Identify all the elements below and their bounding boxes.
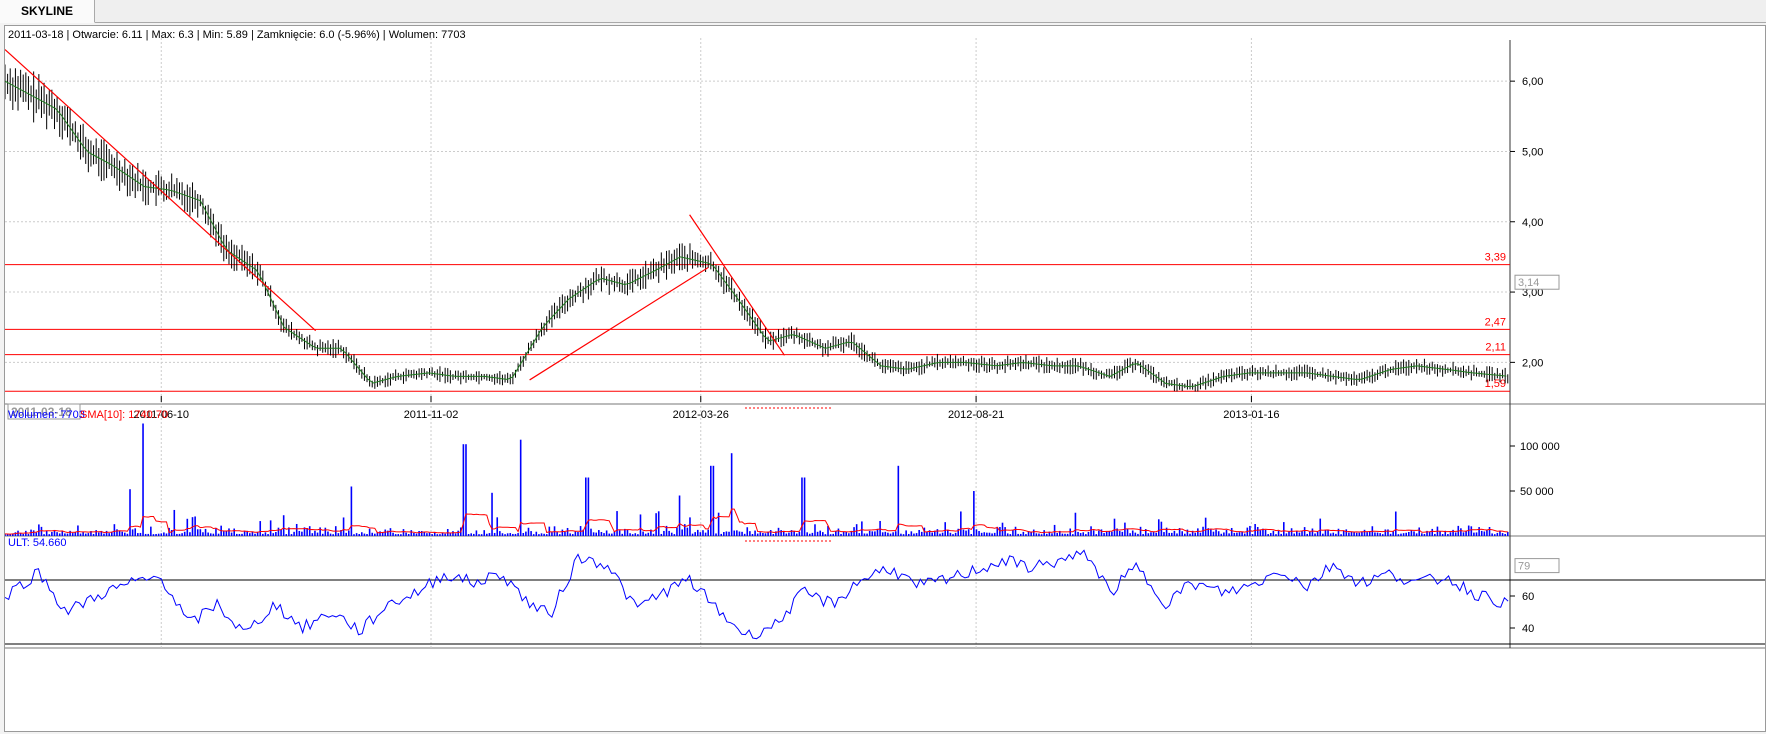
moving-average-line xyxy=(5,80,1507,388)
level-label: 3,39 xyxy=(1485,252,1506,264)
tab-skyline[interactable]: SKYLINE xyxy=(0,0,95,23)
trend-line[interactable] xyxy=(5,49,317,332)
level-label: 2,47 xyxy=(1485,316,1506,328)
chart-frame[interactable]: 2011-06-10 2011-11-02 2012-03-26 2012-08-21… xyxy=(4,25,1766,732)
volume-tick-label: 50 000 xyxy=(1520,486,1554,498)
current-price-label: 3,14 xyxy=(1518,277,1539,289)
x-tick-label: 2013-01-16 xyxy=(1223,409,1279,421)
x-tick-label: 2012-08-21 xyxy=(948,409,1004,421)
volume-label: Wolumen: 7703 xyxy=(8,409,85,421)
volume-sma-label: SMA[10]: 1740.70 xyxy=(80,409,168,421)
price-info-text: 2011-03-18 | Otwarcie: 6.11 | Max: 6.3 |… xyxy=(8,29,466,41)
volume-sma-line xyxy=(5,508,1508,535)
y-tick-label: 6,00 xyxy=(1522,76,1543,88)
ult-tick-label: 60 xyxy=(1522,591,1534,603)
tab-bar: SKYLINE xyxy=(0,0,1766,23)
ult-line xyxy=(5,549,1509,640)
x-tick-label: 2011-11-02 xyxy=(404,409,459,421)
x-tick-label: 2012-03-26 xyxy=(673,409,729,421)
level-label: 2,11 xyxy=(1485,342,1506,354)
volume-tick-label: 100 000 xyxy=(1520,441,1560,453)
level-label: 1,59 xyxy=(1485,378,1506,390)
y-tick-label: 4,00 xyxy=(1522,217,1543,229)
ult-current-label: 79 xyxy=(1518,561,1530,573)
y-tick-label: 5,00 xyxy=(1522,146,1543,158)
trend-line[interactable] xyxy=(529,266,709,381)
trend-line[interactable] xyxy=(689,214,785,356)
chart-canvas[interactable]: 2011-06-10 2011-11-02 2012-03-26 2012-08-21… xyxy=(5,26,1765,731)
ult-tick-label: 40 xyxy=(1522,623,1534,635)
ult-label: ULT: 54.660 xyxy=(8,537,67,549)
y-tick-label: 2,00 xyxy=(1522,357,1543,369)
